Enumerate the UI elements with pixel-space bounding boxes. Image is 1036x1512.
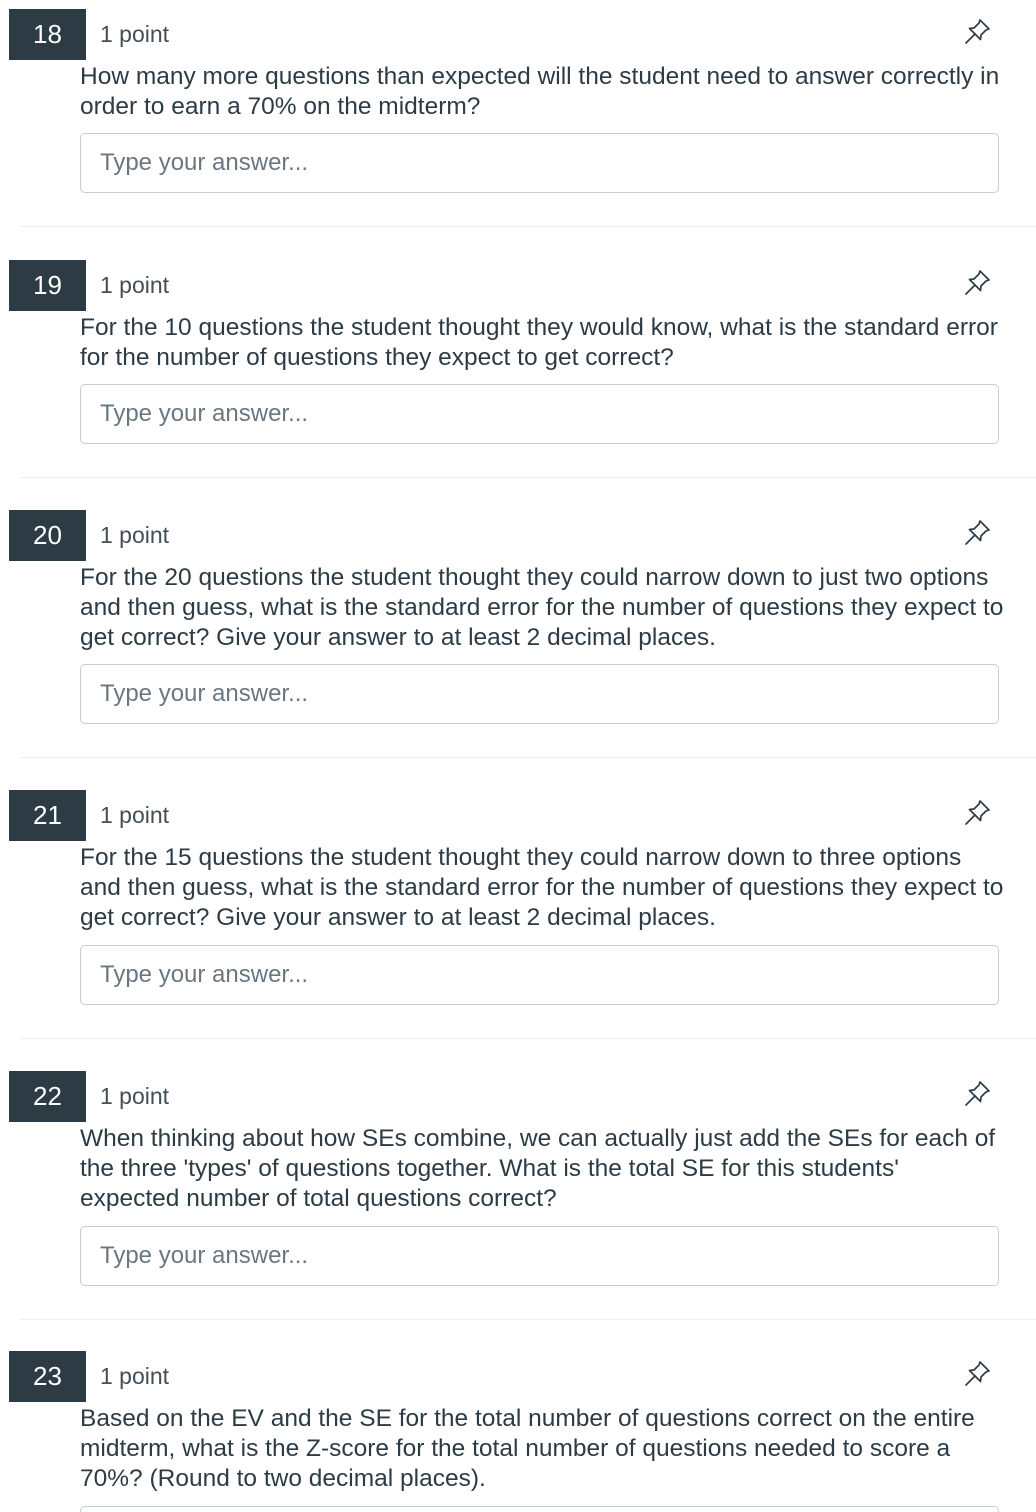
answer-input[interactable] <box>80 133 999 193</box>
question-points: 1 point <box>100 1363 170 1389</box>
question-number-badge: 18 <box>9 9 86 60</box>
question-text: How many more questions than expected wi… <box>80 63 1000 120</box>
question-divider <box>20 1319 1036 1320</box>
pin-icon[interactable] <box>962 1079 992 1109</box>
pin-icon[interactable] <box>962 518 992 548</box>
answer-input[interactable] <box>80 1226 999 1286</box>
question-18: 18 1 point How many more questions than … <box>0 0 1036 227</box>
question-number-badge: 23 <box>9 1351 86 1402</box>
question-number-badge: 20 <box>9 510 86 561</box>
question-divider <box>20 1038 1036 1039</box>
question-text: When thinking about how SEs combine, we … <box>80 1125 996 1212</box>
question-text: Based on the EV and the SE for the total… <box>80 1405 975 1492</box>
question-20: 20 1 point For the 20 questions the stud… <box>0 501 1036 758</box>
pin-icon[interactable] <box>962 268 992 298</box>
question-points: 1 point <box>100 21 170 47</box>
question-points: 1 point <box>100 272 170 298</box>
question-22: 22 1 point When thinking about how SEs c… <box>0 1062 1036 1320</box>
question-number-badge: 21 <box>9 790 86 841</box>
question-23: 23 1 point Based on the EV and the SE fo… <box>0 1342 1036 1512</box>
answer-input[interactable] <box>80 664 999 724</box>
question-points: 1 point <box>100 802 170 828</box>
pin-icon[interactable] <box>962 1359 992 1389</box>
question-21: 21 1 point For the 15 questions the stud… <box>0 781 1036 1039</box>
pin-icon[interactable] <box>962 798 992 828</box>
question-divider <box>20 226 1036 227</box>
question-text: For the 15 questions the student thought… <box>80 844 1004 931</box>
question-number-badge: 22 <box>9 1071 86 1122</box>
answer-input[interactable] <box>80 384 999 444</box>
question-text: For the 20 questions the student thought… <box>80 564 1004 651</box>
question-points: 1 point <box>100 522 170 548</box>
answer-input[interactable] <box>80 945 999 1005</box>
question-number-badge: 19 <box>9 260 86 311</box>
pin-icon[interactable] <box>962 17 992 47</box>
question-divider <box>20 757 1036 758</box>
question-text: For the 10 questions the student thought… <box>80 314 998 371</box>
question-points: 1 point <box>100 1083 170 1109</box>
question-divider <box>20 477 1036 478</box>
answer-input[interactable] <box>80 1506 999 1512</box>
question-19: 19 1 point For the 10 questions the stud… <box>0 251 1036 478</box>
